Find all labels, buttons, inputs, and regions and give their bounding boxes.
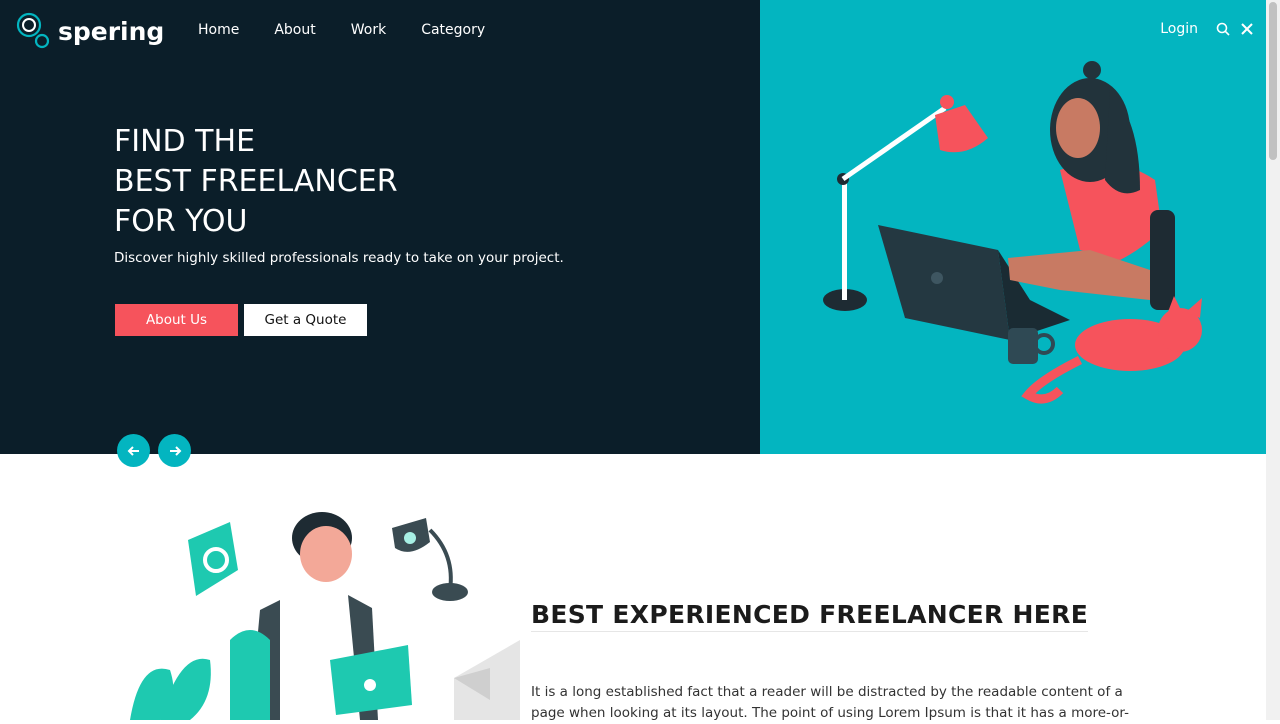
hero-title-line: FOR YOU [114,204,248,239]
main-nav: Home About Work Category [198,22,520,38]
hero-subtitle: Discover highly skilled professionals re… [114,250,564,266]
slider-next-button[interactable] [158,434,191,467]
man-with-laptop-illustration [130,512,520,720]
logo-icon [16,12,50,49]
section-title: BEST EXPERIENCED FREELANCER HERE [531,600,1089,632]
slider-prev-button[interactable] [117,434,150,467]
nav-category[interactable]: Category [421,22,485,38]
login-link[interactable]: Login [1160,21,1198,37]
search-icon[interactable] [1214,20,1232,38]
page-scrollbar[interactable] [1266,0,1280,720]
logo[interactable]: spering [16,12,164,50]
hero-title-line: BEST FREELANCER [114,164,398,199]
hero-section: spering Home About Work Category FIND TH… [0,0,1266,454]
hero-title-line: FIND THE [114,124,256,159]
hero-title: FIND THE BEST FREELANCER FOR YOU [114,122,398,242]
hero-dark-panel: spering Home About Work Category FIND TH… [0,0,760,454]
arrow-left-icon [127,445,139,456]
hero-illustration-panel [760,0,1266,454]
arrow-right-icon [169,445,181,456]
close-icon[interactable] [1238,20,1256,38]
scrollbar-thumb[interactable] [1269,2,1277,160]
nav-home[interactable]: Home [198,22,239,38]
woman-at-laptop-illustration [823,61,1202,404]
nav-about[interactable]: About [274,22,315,38]
about-us-button[interactable]: About Us [115,304,238,336]
header-actions: Login [1160,20,1256,38]
brand-name: spering [58,16,165,46]
section-body: It is a long established fact that a rea… [531,684,1129,721]
get-quote-button[interactable]: Get a Quote [244,304,367,336]
nav-work[interactable]: Work [351,22,386,38]
